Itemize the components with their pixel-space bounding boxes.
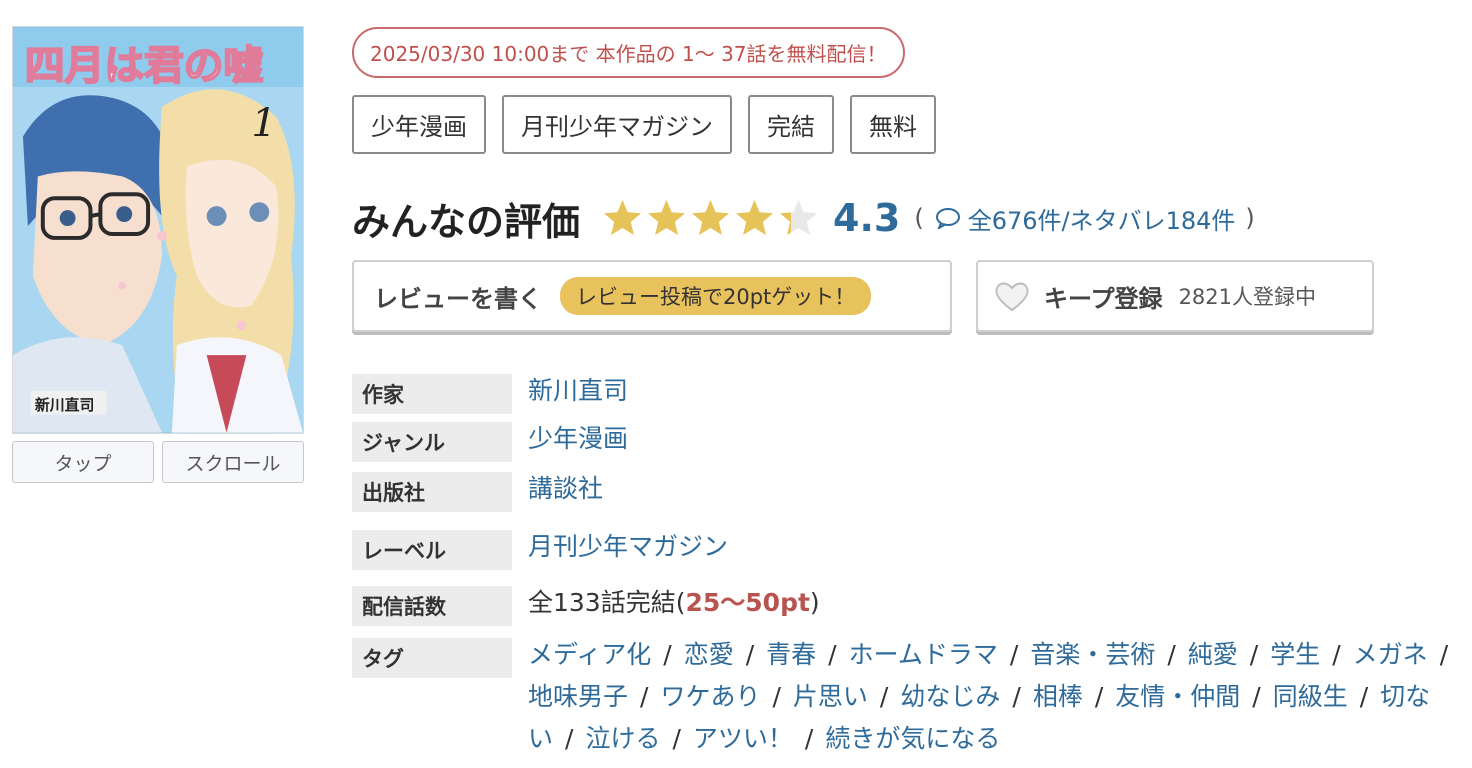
- keep-label: キープ登録: [1044, 284, 1163, 313]
- genre-tag-completed[interactable]: 完結: [748, 95, 834, 154]
- publisher-value: 講談社: [528, 468, 603, 510]
- star-icon: [604, 199, 642, 235]
- speech-bubble-icon: [935, 208, 960, 229]
- genre-value: 少年漫画: [528, 418, 628, 460]
- publisher-label: 出版社: [352, 472, 512, 512]
- tag-separator: /: [1332, 640, 1341, 669]
- tap-mode-button[interactable]: タップ: [12, 441, 154, 483]
- tag-separator: /: [1439, 640, 1449, 669]
- review-count-group: ( 全676件/ネタバレ184件 ): [914, 201, 1254, 236]
- tag-link[interactable]: ワケあり: [660, 682, 760, 711]
- tag-separator: /: [1359, 682, 1369, 711]
- details-table: 作家 新川直司 ジャンル 少年漫画 出版社 講談社 レーベル 月刊少年マガジン …: [352, 370, 1467, 760]
- free-promo-banner: 2025/03/30 10:00まで 本作品の 1〜 37話を無料配信！: [352, 27, 905, 78]
- tag-link[interactable]: 青春: [766, 640, 816, 669]
- tag-separator: /: [1012, 682, 1021, 711]
- keep-button[interactable]: キープ登録 2821人登録中: [976, 260, 1374, 332]
- tag-link[interactable]: 恋愛: [684, 640, 734, 669]
- action-buttons: レビューを書く レビュー投稿で20ptゲット！ キープ登録 2821人登録中: [352, 260, 1374, 332]
- genre-tag-magazine[interactable]: 月刊少年マガジン: [502, 95, 732, 154]
- cover-image[interactable]: 四月は君の嘘 1 新川直司: [12, 26, 304, 434]
- heart-icon: [995, 282, 1029, 312]
- genre-tag-list: 少年漫画 月刊少年マガジン 完結 無料: [352, 95, 936, 154]
- author-value: 新川直司: [528, 370, 628, 412]
- detail-row-label: レーベル 月刊少年マガジン: [352, 522, 1467, 576]
- author-label: 作家: [352, 374, 512, 414]
- tag-link[interactable]: 友情・仲間: [1115, 682, 1240, 711]
- episodes-suffix: ): [809, 588, 820, 617]
- tag-link[interactable]: 片思い: [793, 682, 868, 711]
- cover-illustration: 四月は君の嘘 1 新川直司: [13, 27, 303, 433]
- rating-stars: [602, 198, 819, 239]
- rating-row: みんなの評価 4.3 ( 全676件/ネタバレ184件 ): [352, 188, 1255, 248]
- tag-separator: /: [879, 682, 889, 711]
- tag-separator: /: [1249, 640, 1259, 669]
- tag-separator: /: [1252, 682, 1261, 711]
- genre-link[interactable]: 少年漫画: [528, 424, 628, 453]
- tag-link[interactable]: 泣ける: [585, 724, 660, 753]
- label-value: 月刊少年マガジン: [528, 526, 728, 568]
- cover-title-text: 四月は君の嘘: [25, 43, 263, 89]
- tag-separator: /: [672, 724, 681, 753]
- viewer-mode-buttons: タップ スクロール: [12, 441, 304, 483]
- detail-row-episodes: 配信話数 全133話完結(25〜50pt): [352, 576, 1467, 634]
- write-review-button[interactable]: レビューを書く レビュー投稿で20ptゲット！: [352, 260, 952, 332]
- tag-separator: /: [804, 724, 814, 753]
- tag-link[interactable]: アツい！: [693, 724, 793, 753]
- tags-label: タグ: [352, 638, 512, 678]
- detail-row-tags: タグ メディア化 / 恋愛 / 青春 / ホームドラマ / 音楽・芸術 / 純愛 / 学生 / メガネ / 地味…: [352, 634, 1467, 760]
- detail-row-genre: ジャンル 少年漫画: [352, 418, 1467, 468]
- tag-separator: /: [1094, 682, 1104, 711]
- detail-row-publisher: 出版社 講談社: [352, 468, 1467, 522]
- tag-link[interactable]: メディア化: [528, 640, 651, 669]
- review-count-text: 全676件/ネタバレ184件: [967, 206, 1236, 235]
- review-points-badge: レビュー投稿で20ptゲット！: [560, 277, 872, 315]
- tags-value: メディア化 / 恋愛 / 青春 / ホームドラマ / 音楽・芸術 / 純愛 / 学生 / メガネ / 地味男子 /…: [528, 634, 1467, 760]
- star-icon: [648, 199, 686, 235]
- cover-volume-text: 1: [251, 101, 276, 147]
- tag-link[interactable]: 続きが気になる: [825, 724, 1000, 753]
- tag-separator: /: [663, 640, 672, 669]
- author-link[interactable]: 新川直司: [528, 376, 628, 405]
- rating-score: 4.3: [833, 196, 901, 240]
- episodes-label: 配信話数: [352, 586, 512, 626]
- scroll-mode-button[interactable]: スクロール: [162, 441, 304, 483]
- tag-link[interactable]: 幼なじみ: [900, 682, 1000, 711]
- episodes-prefix: 全133話完結(: [528, 588, 686, 617]
- tag-separator: /: [1167, 640, 1176, 669]
- cover-author-text: 新川直司: [35, 396, 95, 414]
- tag-link[interactable]: 学生: [1270, 640, 1320, 669]
- tag-link[interactable]: メガネ: [1353, 640, 1428, 669]
- detail-row-author: 作家 新川直司: [352, 370, 1467, 418]
- tag-separator: /: [1009, 640, 1019, 669]
- genre-label: ジャンル: [352, 422, 512, 462]
- label-link[interactable]: 月刊少年マガジン: [528, 532, 728, 561]
- review-count-link[interactable]: 全676件/ネタバレ184件: [924, 201, 1236, 236]
- label-label: レーベル: [352, 530, 512, 570]
- episodes-points: 25〜50pt: [685, 588, 810, 617]
- tag-separator: /: [565, 724, 574, 753]
- star-icon: [780, 199, 818, 235]
- star-icon: [736, 199, 774, 235]
- tag-separator: /: [828, 640, 837, 669]
- tag-link[interactable]: 相棒: [1033, 682, 1083, 711]
- paren-close: ): [1245, 204, 1255, 232]
- publisher-link[interactable]: 講談社: [528, 474, 603, 503]
- tag-separator: /: [640, 682, 649, 711]
- keep-count: 2821人登録中: [1178, 285, 1317, 309]
- genre-tag-shonen[interactable]: 少年漫画: [352, 95, 486, 154]
- episodes-value: 全133話完結(25〜50pt): [528, 582, 820, 624]
- tag-link[interactable]: 地味男子: [528, 682, 628, 711]
- tag-link[interactable]: 音楽・芸術: [1030, 640, 1155, 669]
- tag-separator: /: [745, 640, 755, 669]
- write-review-label: レビューを書く: [374, 284, 542, 313]
- genre-tag-free[interactable]: 無料: [850, 95, 936, 154]
- tag-link[interactable]: ホームドラマ: [849, 640, 998, 669]
- rating-title: みんなの評価: [352, 199, 581, 244]
- tag-separator: /: [772, 682, 781, 711]
- tag-link[interactable]: 同級生: [1273, 682, 1348, 711]
- tag-link[interactable]: 純愛: [1188, 640, 1238, 669]
- paren-open: (: [914, 204, 924, 232]
- star-icon: [692, 199, 730, 235]
